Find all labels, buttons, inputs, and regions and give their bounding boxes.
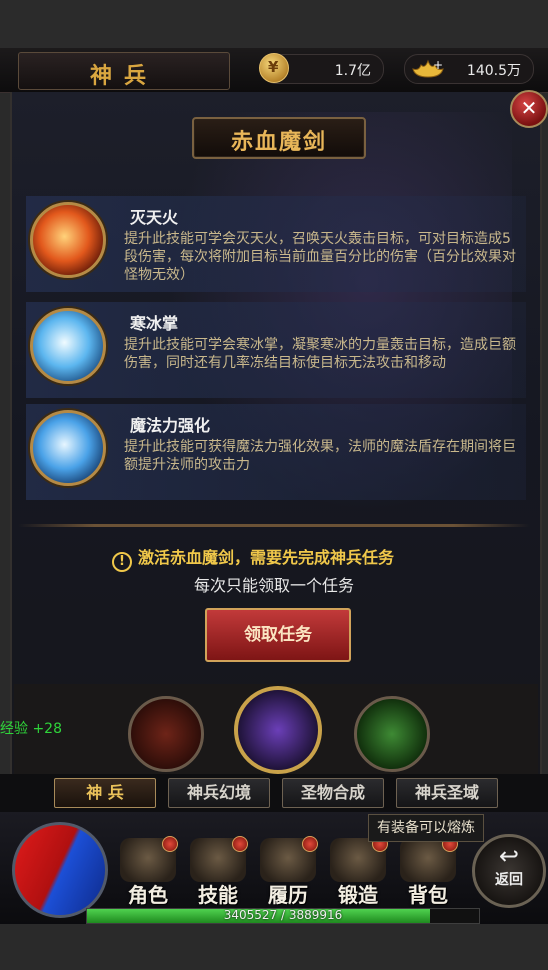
- tab-shenbing-shengyu[interactable]: 神兵圣域: [396, 778, 498, 808]
- menu-history[interactable]: 履历: [256, 834, 320, 908]
- ingot-amount: 140.5万: [466, 63, 521, 79]
- notification-dot-icon: [232, 836, 248, 852]
- return-arrow-icon: ↩: [498, 842, 520, 870]
- weapon-name-banner: 赤血魔剑: [192, 117, 366, 159]
- weapon-slot-scythe[interactable]: [128, 696, 204, 772]
- page-title-plate: 神兵: [18, 52, 230, 90]
- tab-shenbing[interactable]: 神 兵: [54, 778, 156, 808]
- activation-warning: ! 激活赤血魔剑，需要先完成神兵任务: [112, 544, 452, 572]
- close-icon: ✕: [520, 96, 538, 120]
- skill-row: 魔法力强化 提升此技能可获得魔法力强化效果，法师的魔法盾存在期间将巨额提升法师的…: [26, 404, 526, 500]
- notification-dot-icon: [302, 836, 318, 852]
- weapon-slot-fan[interactable]: [354, 696, 430, 772]
- weapon-name: 赤血魔剑: [230, 129, 327, 155]
- exp-bar: 3405527 / 3889916: [86, 908, 480, 924]
- menu-forge[interactable]: 锻造: [326, 834, 390, 908]
- gold-counter[interactable]: 1.7亿: [259, 53, 384, 84]
- tab-shenbing-huanjing[interactable]: 神兵幻境: [168, 778, 270, 808]
- page-title: 神兵: [89, 63, 158, 89]
- skill-description: 提升此技能可学会寒冰掌，凝聚寒冰的力量轰击目标，造成巨额伤害，同时还有几率冻结目…: [124, 337, 516, 371]
- ingot-counter[interactable]: + 140.5万: [404, 54, 534, 84]
- skill-description: 提升此技能可获得魔法力强化效果，法师的魔法盾存在期间将巨额提升法师的攻击力: [124, 439, 516, 473]
- skill-row: 寒冰掌 提升此技能可学会寒冰掌，凝聚寒冰的力量轰击目标，造成巨额伤害，同时还有几…: [26, 302, 526, 398]
- skill-row: 灭天火 提升此技能可学会灭天火，召唤天火轰击目标，可对目标造成5段伤害，每次将附…: [26, 196, 526, 292]
- menu-label: 技能: [198, 883, 238, 907]
- exp-bar-text: 3405527 / 3889916: [223, 908, 343, 922]
- gold-ingot-icon: +: [412, 58, 444, 78]
- skill-name: 灭天火: [130, 208, 179, 227]
- header-bar: 神兵 1.7亿 + 140.5万: [0, 48, 548, 93]
- notification-dot-icon: [162, 836, 178, 852]
- menu-label: 背包: [408, 883, 448, 907]
- close-button[interactable]: ✕: [510, 90, 548, 128]
- menu-bag[interactable]: 背包: [396, 834, 460, 908]
- fire-skill-icon[interactable]: [30, 202, 106, 278]
- smelt-tooltip: 有装备可以熔炼: [368, 814, 484, 842]
- weapon-selector: [14, 684, 538, 776]
- ice-skill-icon[interactable]: [30, 308, 106, 384]
- hp-mp-orb: [12, 822, 108, 918]
- skill-name: 寒冰掌: [130, 314, 179, 333]
- divider: [18, 524, 530, 527]
- menu-character[interactable]: 角色: [116, 834, 180, 908]
- top-status-bar: [0, 0, 548, 48]
- tab-shengwu-hecheng[interactable]: 圣物合成: [282, 778, 384, 808]
- claim-task-button[interactable]: 领取任务: [205, 608, 351, 662]
- warning-text: 激活赤血魔剑，需要先完成神兵任务: [138, 548, 395, 567]
- back-label: 返回: [495, 872, 523, 888]
- task-hint: 每次只能领取一个任务: [193, 576, 354, 595]
- skill-description: 提升此技能可学会灭天火，召唤天火轰击目标，可对目标造成5段伤害，每次将附加目标当…: [124, 231, 516, 283]
- gold-coin-icon: [259, 53, 289, 83]
- gold-amount: 1.7亿: [334, 63, 371, 79]
- tab-bar: 神 兵 神兵幻境 圣物合成 神兵圣域: [0, 774, 548, 812]
- weapon-slot-sword-selected[interactable]: [234, 686, 322, 774]
- magic-skill-icon[interactable]: [30, 410, 106, 486]
- exp-gain-text: 经验 +28: [0, 721, 62, 737]
- back-button[interactable]: ↩ 返回: [472, 834, 546, 908]
- menu-label: 角色: [128, 883, 168, 907]
- menu-label: 锻造: [338, 883, 378, 907]
- svg-text:+: +: [433, 58, 443, 72]
- warning-icon: !: [112, 552, 132, 572]
- menu-skills[interactable]: 技能: [186, 834, 250, 908]
- skill-name: 魔法力强化: [130, 416, 211, 435]
- bottom-system-bar: [0, 924, 548, 970]
- menu-label: 履历: [268, 883, 308, 907]
